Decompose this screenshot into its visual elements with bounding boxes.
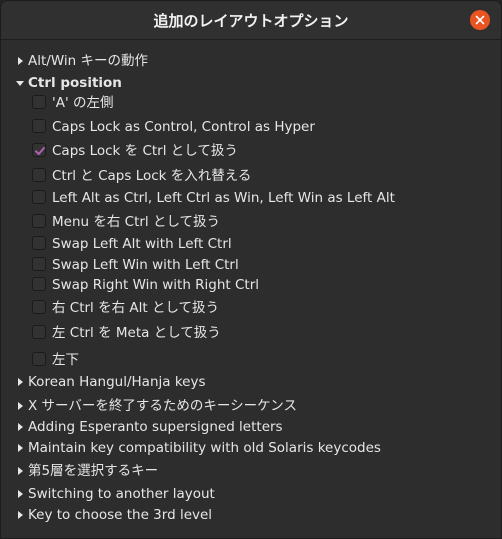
checkbox[interactable]: [32, 236, 46, 250]
titlebar: 追加のレイアウトオプション: [1, 1, 501, 40]
ctrl-option-label: Caps Lock を Ctrl として扱う: [52, 143, 238, 159]
checkbox[interactable]: [32, 257, 46, 271]
dialog-title: 追加のレイアウトオプション: [153, 12, 349, 30]
expander-collapsed-icon[interactable]: [18, 443, 23, 452]
tree-row-label: Switching to another layout: [28, 486, 215, 502]
tree-row-label: Alt/Win キーの動作: [28, 53, 148, 69]
expander-collapsed-icon[interactable]: [18, 422, 23, 431]
tree-row-x-server[interactable]: X サーバーを終了するためのキーシーケンス: [1, 396, 341, 416]
checkbox[interactable]: [32, 214, 46, 228]
ctrl-option-row[interactable]: 'A' の左側: [1, 93, 401, 113]
ctrl-option-label: Swap Left Alt with Left Ctrl: [52, 236, 232, 252]
tree-row-label: Korean Hangul/Hanja keys: [28, 374, 206, 390]
ctrl-option-label: Left Alt as Ctrl, Left Ctrl as Win, Left…: [52, 190, 395, 206]
checkbox[interactable]: [32, 168, 46, 182]
tree-row-label: 第5層を選択するキー: [28, 463, 159, 479]
ctrl-option-label: 左 Ctrl を Meta として扱う: [52, 325, 221, 341]
tree-row-label: X サーバーを終了するためのキーシーケンス: [28, 398, 297, 414]
expander-collapsed-icon[interactable]: [18, 377, 23, 386]
tree-row-level5[interactable]: 第5層を選択するキー: [1, 461, 201, 481]
close-icon: [475, 15, 485, 25]
check-icon: [35, 147, 45, 155]
checkbox[interactable]: [32, 277, 46, 291]
checkbox[interactable]: [32, 325, 46, 339]
ctrl-option-label: Caps Lock as Control, Control as Hyper: [52, 119, 315, 135]
tree-row-label: Adding Esperanto supersigned letters: [28, 419, 283, 435]
expander-collapsed-icon[interactable]: [18, 401, 23, 410]
ctrl-option-label: Ctrl と Caps Lock を入れ替える: [52, 168, 252, 184]
ctrl-option-row[interactable]: 左 Ctrl を Meta として扱う: [1, 323, 401, 343]
expander-collapsed-icon[interactable]: [18, 510, 23, 519]
tree-row-switching[interactable]: Switching to another layout: [1, 484, 221, 504]
checkbox[interactable]: [32, 190, 46, 204]
checkbox[interactable]: [32, 143, 46, 157]
ctrl-option-row[interactable]: Left Alt as Ctrl, Left Ctrl as Win, Left…: [1, 188, 401, 208]
ctrl-option-row[interactable]: Swap Left Alt with Left Ctrl: [1, 234, 401, 254]
ctrl-option-row[interactable]: Menu を右 Ctrl として扱う: [1, 212, 401, 232]
tree-row-label: Key to choose the 3rd level: [28, 507, 213, 523]
ctrl-option-label: 右 Ctrl を右 Alt として扱う: [52, 300, 220, 316]
checkbox[interactable]: [32, 119, 46, 133]
ctrl-option-row[interactable]: 右 Ctrl を右 Alt として扱う: [1, 298, 401, 318]
options-tree: Alt/Win キーの動作 Ctrl position 'A' の左側 Caps …: [1, 40, 501, 538]
checkbox[interactable]: [32, 95, 46, 109]
expander-collapsed-icon[interactable]: [18, 466, 23, 475]
tree-row-solaris[interactable]: Maintain key compatibility with old Sola…: [1, 438, 401, 458]
ctrl-option-label: 'A' の左側: [52, 95, 114, 111]
checkbox[interactable]: [32, 352, 46, 366]
ctrl-option-label: Swap Right Win with Right Ctrl: [52, 277, 260, 293]
tree-row-korean[interactable]: Korean Hangul/Hanja keys: [1, 372, 261, 392]
tree-row-label: Ctrl position: [28, 75, 122, 91]
tree-row-alt-win[interactable]: Alt/Win キーの動作: [1, 51, 201, 71]
expander-expanded-icon[interactable]: [16, 80, 24, 86]
checkbox[interactable]: [32, 300, 46, 314]
tree-row-esperanto[interactable]: Adding Esperanto supersigned letters: [1, 417, 321, 437]
expander-collapsed-icon[interactable]: [18, 56, 23, 65]
ctrl-option-row[interactable]: 左下: [1, 350, 401, 370]
ctrl-option-row[interactable]: Caps Lock as Control, Control as Hyper: [1, 117, 401, 137]
tree-row-ctrl-position[interactable]: Ctrl position: [1, 73, 201, 93]
layout-options-dialog: 追加のレイアウトオプション Alt/Win キーの動作 Ctrl positio…: [0, 0, 502, 539]
ctrl-option-label: Swap Left Win with Left Ctrl: [52, 257, 239, 273]
tree-row-label: Maintain key compatibility with old Sola…: [28, 440, 381, 456]
ctrl-option-row[interactable]: Ctrl と Caps Lock を入れ替える: [1, 166, 401, 186]
close-button[interactable]: [470, 10, 490, 30]
ctrl-option-label: 左下: [52, 352, 79, 368]
expander-collapsed-icon[interactable]: [18, 489, 23, 498]
ctrl-option-row[interactable]: Swap Left Win with Left Ctrl: [1, 255, 401, 275]
tree-row-level3[interactable]: Key to choose the 3rd level: [1, 505, 221, 525]
ctrl-option-row[interactable]: Caps Lock を Ctrl として扱う: [1, 141, 401, 161]
ctrl-option-row[interactable]: Swap Right Win with Right Ctrl: [1, 275, 401, 295]
ctrl-option-label: Menu を右 Ctrl として扱う: [52, 214, 221, 230]
